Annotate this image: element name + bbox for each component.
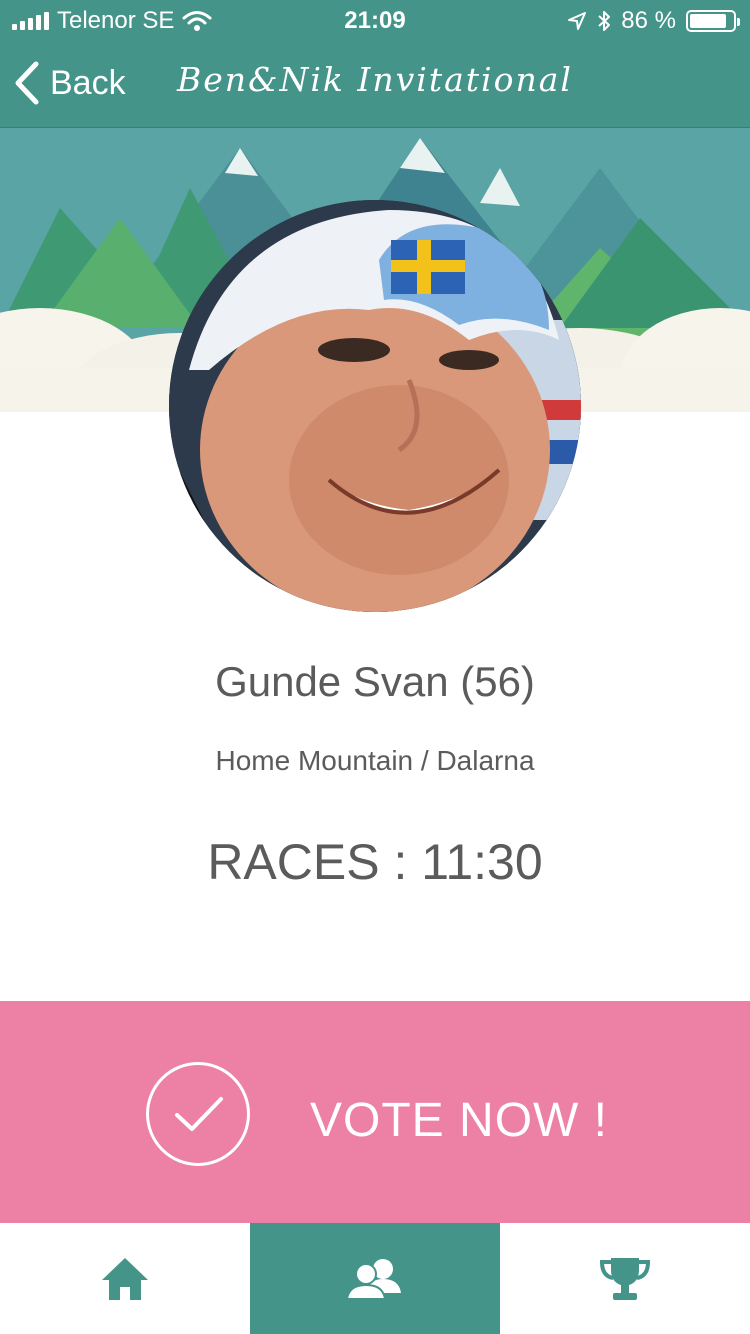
status-right: 86 % [567,6,740,36]
trophy-icon [599,1257,651,1300]
checkmark-circle-icon [146,1062,250,1166]
battery-level [690,14,727,28]
battery-percent: 86 % [621,7,676,34]
tab-bar [0,1223,750,1334]
status-bar: Telenor SE 21:09 86 % [0,0,750,40]
vote-now-label: VOTE NOW ! [310,1094,608,1147]
athlete-location: Home Mountain / Dalarna [215,745,535,776]
vote-now-button[interactable]: VOTE NOW ! [0,1001,750,1223]
tab-leaderboard[interactable] [500,1223,750,1334]
nav-title: Ben&Nik Invitational [177,60,573,99]
tab-home[interactable] [0,1223,250,1334]
location-icon [568,12,587,30]
athlete-name: Gunde Svan (56) [215,658,535,705]
users-icon [347,1258,401,1300]
race-time: RACES : 11:30 [207,834,543,890]
home-icon [102,1257,148,1300]
battery-icon [686,10,740,32]
navigation-bar: Back Ben&Nik Invitational [0,40,750,128]
athlete-photo [169,200,581,612]
bluetooth-icon [598,11,611,31]
tab-athletes[interactable] [250,1223,500,1334]
